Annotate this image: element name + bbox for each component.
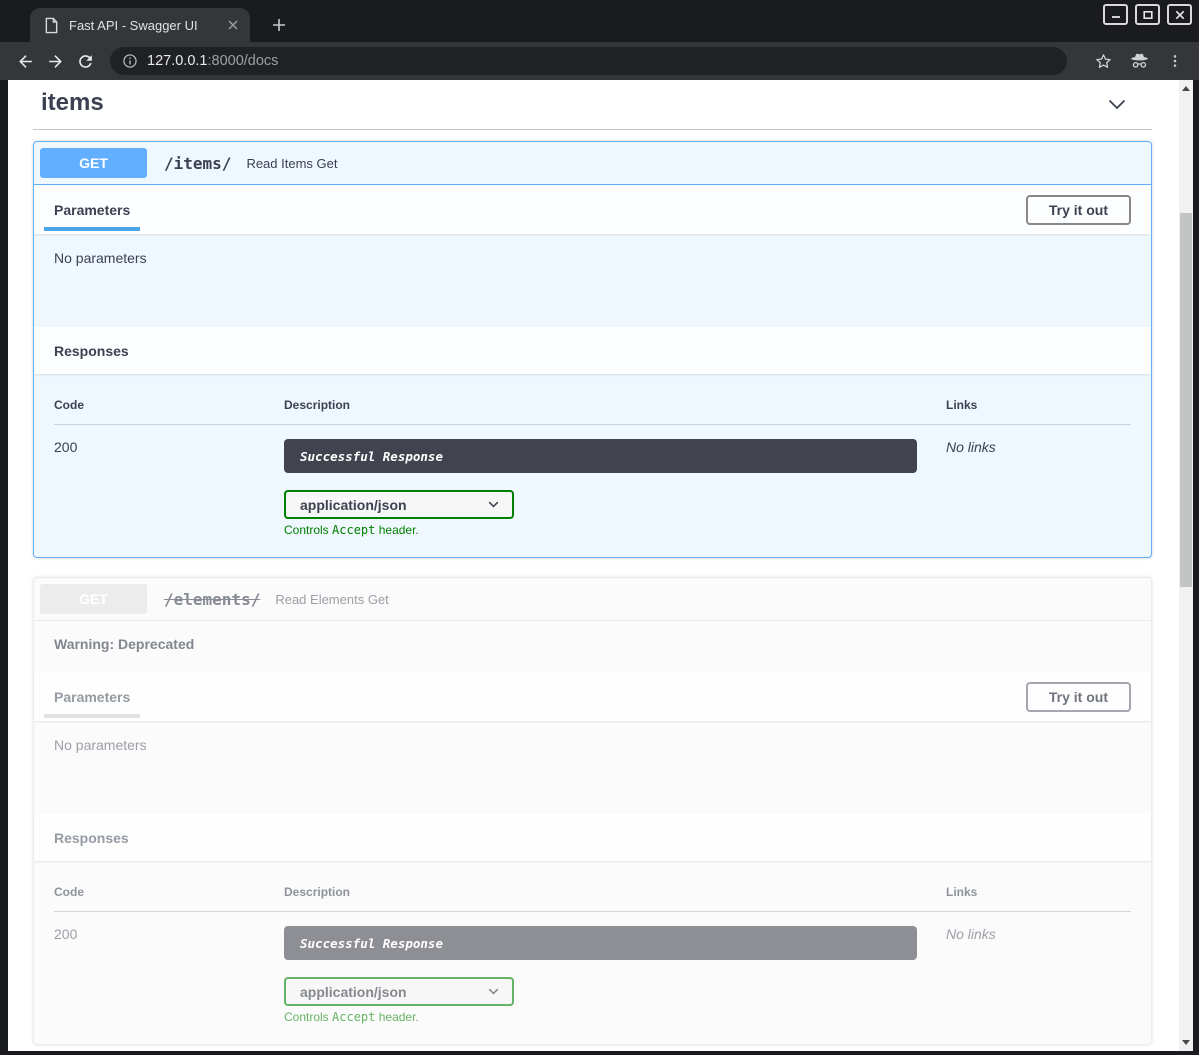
browser-tab[interactable]: Fast API - Swagger UI	[30, 8, 250, 42]
accept-note-prefix: Controls	[284, 523, 332, 537]
response-description-cell: Successful Response application/json Con…	[284, 926, 946, 1024]
new-tab-button[interactable]	[266, 12, 292, 38]
forward-button[interactable]	[40, 46, 70, 76]
parameters-header: Parameters Try it out	[34, 672, 1151, 721]
bookmark-star-icon[interactable]	[1089, 47, 1117, 75]
media-type-select[interactable]: application/json	[284, 490, 514, 519]
parameters-body: No parameters	[34, 234, 1151, 327]
parameters-title: Parameters	[54, 202, 130, 218]
chevron-down-icon[interactable]	[1104, 91, 1130, 117]
chevron-down-icon	[487, 985, 500, 998]
try-it-out-button[interactable]: Try it out	[1026, 682, 1131, 712]
deprecated-warning: Warning: Deprecated	[34, 621, 1151, 672]
accept-note-code: Accept	[332, 1010, 375, 1024]
column-code: Code	[54, 885, 284, 899]
responses-table-head: Code Description Links	[54, 885, 1131, 912]
endpoint-summary: Read Elements Get	[275, 592, 388, 607]
responses-body: Code Description Links 200 Successful Re…	[34, 374, 1151, 557]
chevron-down-icon	[487, 498, 500, 511]
responses-body: Code Description Links 200 Successful Re…	[34, 861, 1151, 1044]
window-close-button[interactable]	[1167, 4, 1192, 25]
response-row: 200 Successful Response application/json…	[54, 912, 1131, 1024]
column-links: Links	[946, 398, 1131, 412]
incognito-icon[interactable]	[1125, 47, 1153, 75]
column-description: Description	[284, 398, 946, 412]
kebab-menu-icon[interactable]	[1161, 47, 1189, 75]
parameters-title: Parameters	[54, 689, 130, 705]
tag-title: items	[41, 89, 104, 117]
response-description: Successful Response	[284, 439, 917, 473]
responses-header: Responses	[34, 814, 1151, 861]
column-description: Description	[284, 885, 946, 899]
window-maximize-button[interactable]	[1135, 4, 1160, 25]
response-links: No links	[946, 439, 1131, 537]
endpoint-path: /elements/	[164, 590, 260, 609]
opblock-get-items: GET /items/ Read Items Get Parameters Tr…	[33, 141, 1152, 558]
scroll-up-arrow[interactable]	[1179, 82, 1193, 95]
accept-note-code: Accept	[332, 523, 375, 537]
opblock-summary[interactable]: GET /items/ Read Items Get	[34, 142, 1151, 185]
window-controls	[1103, 4, 1192, 25]
opblock-get-elements-deprecated: GET /elements/ Read Elements Get Warning…	[33, 577, 1152, 1045]
url-text: 127.0.0.1:8000/docs	[147, 53, 278, 69]
document-icon	[44, 17, 59, 34]
accept-note-prefix: Controls	[284, 1010, 332, 1024]
browser-toolbar: 127.0.0.1:8000/docs	[0, 42, 1199, 80]
accept-header-note: Controls Accept header.	[284, 1010, 946, 1024]
method-badge: GET	[40, 148, 147, 178]
opblock-summary[interactable]: GET /elements/ Read Elements Get	[34, 578, 1151, 621]
response-description: Successful Response	[284, 926, 917, 960]
media-type-value: application/json	[300, 497, 407, 513]
endpoint-summary: Read Items Get	[246, 156, 337, 171]
scroll-down-arrow[interactable]	[1179, 1036, 1193, 1049]
page-viewport: items GET /items/ Read Items Get Paramet…	[8, 80, 1193, 1051]
window-minimize-button[interactable]	[1103, 4, 1128, 25]
try-it-out-button[interactable]: Try it out	[1026, 195, 1131, 225]
page-scrollbar[interactable]	[1179, 80, 1193, 1051]
scrollbar-thumb[interactable]	[1180, 213, 1192, 587]
column-code: Code	[54, 398, 284, 412]
reload-button[interactable]	[70, 46, 100, 76]
responses-table-head: Code Description Links	[54, 398, 1131, 425]
response-description-cell: Successful Response application/json Con…	[284, 439, 946, 537]
accept-note-suffix: header.	[375, 523, 418, 537]
media-type-select[interactable]: application/json	[284, 977, 514, 1006]
accept-note-suffix: header.	[375, 1010, 418, 1024]
parameters-body: No parameters	[34, 721, 1151, 814]
tab-parameters[interactable]: Parameters	[44, 672, 140, 721]
swagger-ui: items GET /items/ Read Items Get Paramet…	[33, 80, 1152, 1045]
no-parameters-text: No parameters	[54, 250, 147, 266]
responses-title: Responses	[54, 343, 129, 359]
url-bar[interactable]: 127.0.0.1:8000/docs	[110, 47, 1067, 75]
tab-title: Fast API - Swagger UI	[69, 18, 214, 33]
tab-close-icon[interactable]	[224, 16, 242, 34]
url-suffix: :8000/docs	[207, 53, 278, 69]
endpoint-path: /items/	[164, 154, 231, 173]
no-parameters-text: No parameters	[54, 737, 147, 753]
response-links: No links	[946, 926, 1131, 1024]
back-button[interactable]	[10, 46, 40, 76]
url-host: 127.0.0.1	[147, 53, 207, 69]
responses-title: Responses	[54, 830, 129, 846]
column-links: Links	[946, 885, 1131, 899]
tab-parameters[interactable]: Parameters	[44, 185, 140, 234]
response-code: 200	[54, 926, 284, 1024]
method-badge: GET	[40, 584, 147, 614]
site-info-icon[interactable]	[122, 53, 138, 69]
tab-strip: Fast API - Swagger UI	[0, 0, 1199, 42]
tag-section-header[interactable]: items	[33, 80, 1152, 130]
accept-header-note: Controls Accept header.	[284, 523, 946, 537]
responses-header: Responses	[34, 327, 1151, 374]
response-code: 200	[54, 439, 284, 537]
response-row: 200 Successful Response application/json…	[54, 425, 1131, 537]
media-type-value: application/json	[300, 984, 407, 1000]
parameters-header: Parameters Try it out	[34, 185, 1151, 234]
